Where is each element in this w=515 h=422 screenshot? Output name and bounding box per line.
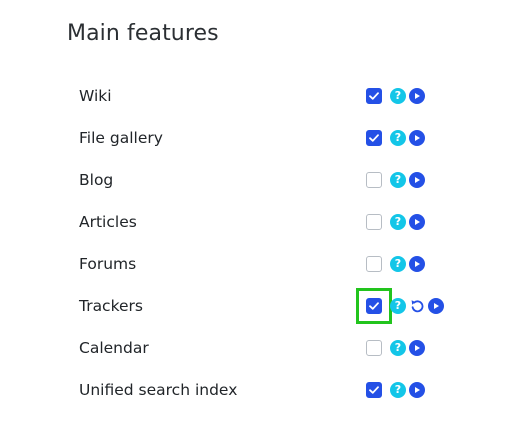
play-icon[interactable] bbox=[428, 298, 444, 314]
checkbox-wrapper bbox=[366, 382, 382, 398]
checkbox-wrapper bbox=[366, 130, 382, 146]
feature-label: Unified search index bbox=[79, 381, 238, 399]
checkbox-wrapper bbox=[366, 214, 382, 230]
play-icon[interactable] bbox=[409, 382, 425, 398]
feature-controls: ? bbox=[366, 130, 425, 146]
feature-toggle-checkbox[interactable] bbox=[366, 88, 382, 104]
feature-row-file-gallery: File gallery ? bbox=[0, 117, 515, 159]
checkmark-icon bbox=[369, 92, 379, 100]
play-icon[interactable] bbox=[409, 214, 425, 230]
play-icon[interactable] bbox=[409, 130, 425, 146]
feature-row-forums: Forums ? bbox=[0, 243, 515, 285]
help-icon[interactable]: ? bbox=[390, 382, 406, 398]
feature-row-unified-search-index: Unified search index ? bbox=[0, 369, 515, 411]
feature-controls: ? bbox=[366, 340, 425, 356]
feature-row-trackers: Trackers ? bbox=[0, 285, 515, 327]
checkmark-icon bbox=[369, 302, 379, 310]
play-icon[interactable] bbox=[409, 256, 425, 272]
help-icon[interactable]: ? bbox=[390, 214, 406, 230]
checkbox-wrapper bbox=[366, 256, 382, 272]
help-icon[interactable]: ? bbox=[390, 130, 406, 146]
feature-toggle-checkbox[interactable] bbox=[366, 214, 382, 230]
play-icon[interactable] bbox=[409, 172, 425, 188]
checkbox-wrapper bbox=[366, 172, 382, 188]
feature-toggle-checkbox[interactable] bbox=[366, 130, 382, 146]
feature-controls: ? bbox=[366, 214, 425, 230]
feature-label: Blog bbox=[79, 171, 114, 189]
feature-controls: ? bbox=[356, 288, 444, 324]
feature-controls: ? bbox=[366, 256, 425, 272]
feature-toggle-checkbox[interactable] bbox=[366, 382, 382, 398]
feature-label: Forums bbox=[79, 255, 137, 273]
feature-controls: ? bbox=[366, 172, 425, 188]
play-icon[interactable] bbox=[409, 340, 425, 356]
section-title: Main features bbox=[67, 21, 219, 46]
feature-label: Articles bbox=[79, 213, 137, 231]
feature-toggle-checkbox[interactable] bbox=[366, 340, 382, 356]
feature-label: Calendar bbox=[79, 339, 149, 357]
feature-controls: ? bbox=[366, 382, 425, 398]
feature-label: File gallery bbox=[79, 129, 163, 147]
play-icon[interactable] bbox=[409, 88, 425, 104]
feature-row-calendar: Calendar ? bbox=[0, 327, 515, 369]
help-icon[interactable]: ? bbox=[390, 298, 406, 314]
checkbox-highlight-frame bbox=[356, 288, 392, 324]
feature-label: Trackers bbox=[79, 297, 143, 315]
feature-row-articles: Articles ? bbox=[0, 201, 515, 243]
feature-row-blog: Blog ? bbox=[0, 159, 515, 201]
checkbox-wrapper bbox=[366, 88, 382, 104]
feature-toggle-checkbox[interactable] bbox=[366, 298, 382, 314]
feature-row-wiki: Wiki ? bbox=[0, 75, 515, 117]
checkbox-wrapper bbox=[366, 340, 382, 356]
checkmark-icon bbox=[369, 134, 379, 142]
feature-controls: ? bbox=[366, 88, 425, 104]
feature-label: Wiki bbox=[79, 87, 112, 105]
reset-icon[interactable] bbox=[409, 298, 425, 314]
feature-toggle-checkbox[interactable] bbox=[366, 256, 382, 272]
checkmark-icon bbox=[369, 386, 379, 394]
help-icon[interactable]: ? bbox=[390, 340, 406, 356]
main-features-panel: Main features Wiki ? File gallery ? Blog… bbox=[0, 0, 515, 422]
feature-toggle-checkbox[interactable] bbox=[366, 172, 382, 188]
help-icon[interactable]: ? bbox=[390, 172, 406, 188]
help-icon[interactable]: ? bbox=[390, 88, 406, 104]
help-icon[interactable]: ? bbox=[390, 256, 406, 272]
